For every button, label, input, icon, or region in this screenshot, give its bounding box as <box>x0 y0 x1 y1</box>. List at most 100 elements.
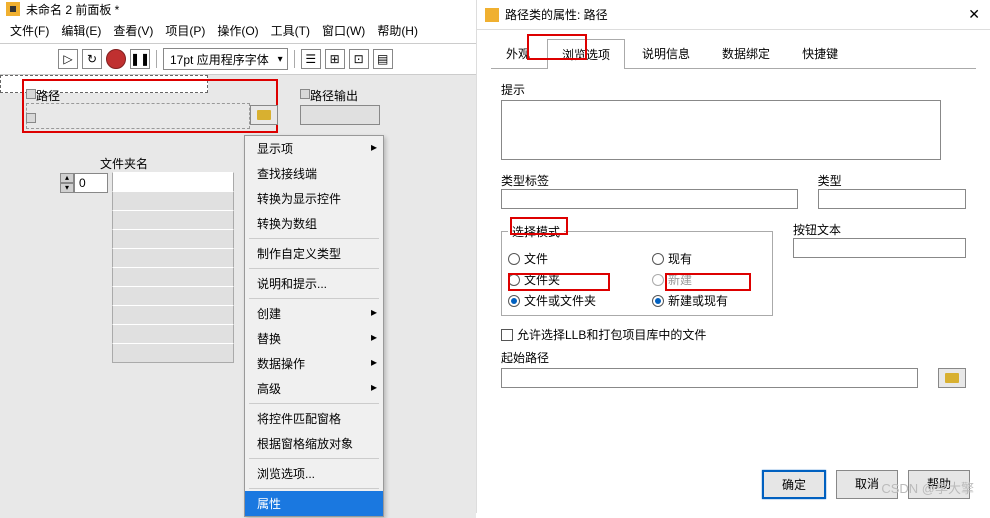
menu-project[interactable]: 项目(P) <box>159 20 211 41</box>
run-continuous-button[interactable]: ↻ <box>82 49 102 69</box>
menu-tools[interactable]: 工具(T) <box>265 20 316 41</box>
menu-view[interactable]: 查看(V) <box>107 20 159 41</box>
dialog-buttons: 确定 取消 帮助 <box>762 470 970 499</box>
array-element[interactable] <box>112 286 234 306</box>
browse-start-path-button[interactable] <box>938 368 966 388</box>
menu-operate[interactable]: 操作(O) <box>211 20 264 41</box>
menu-create[interactable]: 创建 <box>245 301 383 326</box>
pause-icon: ❚❚ <box>130 52 150 66</box>
front-panel-window: 未命名 2 前面板 * 文件(F) 编辑(E) 查看(V) 项目(P) 操作(O… <box>0 0 477 513</box>
browse-button[interactable] <box>250 105 278 125</box>
allow-llb-checkbox[interactable]: 允许选择LLB和打包项目库中的文件 <box>501 326 966 343</box>
arrow-icon: ▷ <box>63 52 72 66</box>
menu-replace[interactable]: 替换 <box>245 326 383 351</box>
cancel-button[interactable]: 取消 <box>836 470 898 499</box>
selection-mode-group: 选择模式 文件 现有 文件夹 新建 文件或文件夹 新建或现有 <box>501 223 773 316</box>
array-element[interactable] <box>112 210 234 230</box>
menu-fit-to-pane[interactable]: 将控件匹配窗格 <box>245 406 383 431</box>
labview-icon <box>485 8 499 22</box>
array-element[interactable] <box>112 172 234 192</box>
selection-marquee <box>26 103 250 129</box>
font-label: 17pt 应用程序字体 <box>170 51 269 68</box>
menu-advanced[interactable]: 高级 <box>245 376 383 401</box>
tab-documentation[interactable]: 说明信息 <box>627 38 705 68</box>
terminal-icon <box>300 89 310 99</box>
close-button[interactable]: ✕ <box>968 6 980 23</box>
highlight-box <box>527 34 587 60</box>
folder-icon <box>257 110 271 120</box>
help-button[interactable]: 帮助 <box>908 470 970 499</box>
menu-separator <box>249 458 379 459</box>
menu-change-to-array[interactable]: 转换为数组 <box>245 211 383 236</box>
align-icon: ☰ <box>305 52 316 66</box>
spin-up-icon[interactable]: ▴ <box>60 173 74 183</box>
run-button[interactable]: ▷ <box>58 49 78 69</box>
window-title: 未命名 2 前面板 * <box>26 1 119 18</box>
menu-separator <box>249 238 379 239</box>
distribute-button[interactable]: ⊞ <box>325 49 345 69</box>
radio-file[interactable]: 文件 <box>508 250 622 267</box>
array-element[interactable] <box>112 248 234 268</box>
checkbox-label: 允许选择LLB和打包项目库中的文件 <box>517 326 706 343</box>
menu-properties[interactable]: 属性 <box>245 491 383 516</box>
properties-dialog: 路径类的属性: 路径 ✕ 外观 浏览选项 说明信息 数据绑定 快捷键 提示 类型… <box>477 0 990 513</box>
tab-data-binding[interactable]: 数据绑定 <box>707 38 785 68</box>
reorder-button[interactable]: ▤ <box>373 49 393 69</box>
font-selector[interactable]: 17pt 应用程序字体 <box>163 48 288 70</box>
menu-change-to-indicator[interactable]: 转换为显示控件 <box>245 186 383 211</box>
radio-label: 现有 <box>668 250 692 267</box>
align-button[interactable]: ☰ <box>301 49 321 69</box>
array-control[interactable]: ▴▾ 0 <box>60 173 234 363</box>
array-element[interactable] <box>112 324 234 344</box>
button-text-input[interactable] <box>793 238 966 258</box>
menu-edit[interactable]: 编辑(E) <box>55 20 107 41</box>
abort-button[interactable] <box>106 49 126 69</box>
start-path-input[interactable] <box>501 368 918 388</box>
typetag-input[interactable] <box>501 189 798 209</box>
array-element[interactable] <box>112 229 234 249</box>
menu-help[interactable]: 帮助(H) <box>371 20 424 41</box>
radio-existing[interactable]: 现有 <box>652 250 766 267</box>
window-titlebar: 未命名 2 前面板 * <box>0 0 476 18</box>
radio-file-or-folder[interactable]: 文件或文件夹 <box>508 292 622 309</box>
spin-down-icon[interactable]: ▾ <box>60 183 74 193</box>
menu-visible-items[interactable]: 显示项 <box>245 136 383 161</box>
array-element[interactable] <box>112 305 234 325</box>
array-index-spinner[interactable]: ▴▾ <box>60 173 74 363</box>
button-text-label: 按钮文本 <box>793 221 966 238</box>
radio-icon <box>652 295 664 307</box>
hint-label: 提示 <box>501 81 966 98</box>
type-input[interactable] <box>818 189 966 209</box>
menu-find-terminal[interactable]: 查找接线端 <box>245 161 383 186</box>
radio-new-or-existing[interactable]: 新建或现有 <box>652 292 766 309</box>
menu-data-operations[interactable]: 数据操作 <box>245 351 383 376</box>
tab-key-navigation[interactable]: 快捷键 <box>787 38 853 68</box>
resize-button[interactable]: ⊡ <box>349 49 369 69</box>
folder-name-label: 文件夹名 <box>100 155 148 172</box>
loop-arrow-icon: ↻ <box>87 52 97 66</box>
radio-icon <box>508 295 520 307</box>
array-index-value[interactable]: 0 <box>74 173 108 193</box>
menu-browse-options[interactable]: 浏览选项... <box>245 461 383 486</box>
front-panel-canvas[interactable]: 路径 路径输出 文件夹名 ▴▾ 0 <box>0 75 476 518</box>
menu-separator <box>249 403 379 404</box>
path-output-label: 路径输出 <box>310 87 358 104</box>
array-element[interactable] <box>112 267 234 287</box>
separator <box>294 50 295 68</box>
menu-file[interactable]: 文件(F) <box>4 20 55 41</box>
labview-icon <box>6 2 20 16</box>
dialog-titlebar: 路径类的属性: 路径 ✕ <box>477 0 990 30</box>
hint-textarea[interactable] <box>501 100 941 160</box>
terminal-icon <box>26 89 36 99</box>
highlight-box <box>510 217 568 235</box>
array-element[interactable] <box>112 343 234 363</box>
menu-make-typedef[interactable]: 制作自定义类型 <box>245 241 383 266</box>
menu-description[interactable]: 说明和提示... <box>245 271 383 296</box>
menu-scale-with-pane[interactable]: 根据窗格缩放对象 <box>245 431 383 456</box>
menu-separator <box>249 268 379 269</box>
pause-button[interactable]: ❚❚ <box>130 49 150 69</box>
array-element[interactable] <box>112 191 234 211</box>
menu-window[interactable]: 窗口(W) <box>316 20 371 41</box>
tab-content: 提示 类型标签 类型 选择模式 文件 现有 文件夹 新建 <box>477 69 990 388</box>
ok-button[interactable]: 确定 <box>762 470 826 499</box>
